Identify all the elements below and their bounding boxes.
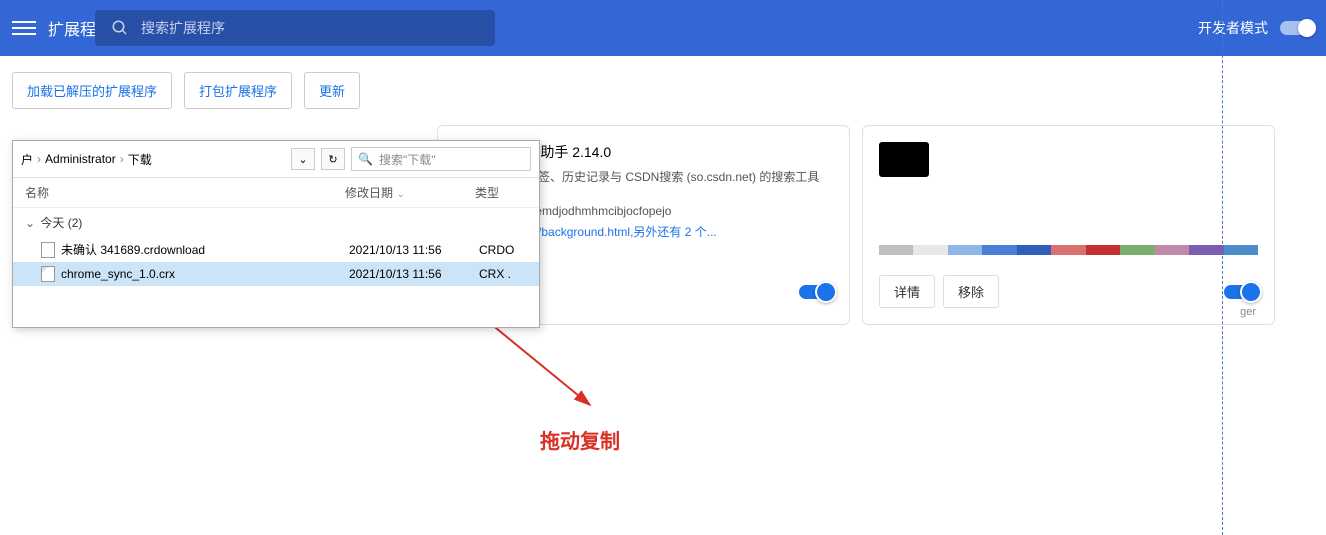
breadcrumb[interactable]: 户 › Administrator › 下载 <box>21 151 285 168</box>
pack-button[interactable]: 打包扩展程序 <box>184 72 292 109</box>
breadcrumb-dropdown[interactable]: ⌄ <box>291 148 315 170</box>
extension-icon <box>879 142 929 177</box>
search-box[interactable] <box>95 10 495 46</box>
partial-text-right: ger <box>1240 306 1256 318</box>
file-name: chrome_sync_1.0.crx <box>61 267 175 281</box>
file-icon <box>41 266 55 282</box>
update-button[interactable]: 更新 <box>304 72 360 109</box>
toolbar: 加载已解压的扩展程序 打包扩展程序 更新 <box>0 56 1326 125</box>
bc-segment[interactable]: 下载 <box>128 151 152 168</box>
file-date: 2021/10/13 11:56 <box>349 243 479 257</box>
file-icon <box>41 242 55 258</box>
col-name[interactable]: 名称 <box>25 184 345 201</box>
file-row[interactable]: 未确认 341689.crdownload 2021/10/13 11:56 C… <box>13 237 539 262</box>
file-row[interactable]: chrome_sync_1.0.crx 2021/10/13 11:56 CRX… <box>13 262 539 286</box>
remove-button[interactable]: 移除 <box>943 275 999 308</box>
sort-icon: ⌄ <box>397 189 405 199</box>
color-strip <box>879 245 1258 255</box>
file-type: CRDO <box>479 243 527 257</box>
dev-mode-label: 开发者模式 <box>1198 18 1268 38</box>
menu-icon[interactable] <box>12 16 36 40</box>
file-date: 2021/10/13 11:56 <box>349 267 479 281</box>
search-icon <box>111 19 129 37</box>
file-name: 未确认 341689.crdownload <box>61 241 205 258</box>
chevron-right-icon: › <box>120 152 124 166</box>
group-label: 今天 (2) <box>40 216 82 230</box>
search-icon: 🔍 <box>358 152 373 166</box>
search-placeholder: 搜索"下载" <box>379 151 436 168</box>
refresh-button[interactable]: ↻ <box>321 148 345 170</box>
explorer-search[interactable]: 🔍 搜索"下载" <box>351 147 531 171</box>
load-unpacked-button[interactable]: 加载已解压的扩展程序 <box>12 72 172 109</box>
col-date[interactable]: 修改日期⌄ <box>345 184 475 201</box>
chevron-right-icon: › <box>37 152 41 166</box>
col-type[interactable]: 类型 <box>475 184 527 201</box>
app-header: 扩展程序 开发者模式 <box>0 0 1326 56</box>
bc-segment[interactable]: 户 <box>21 151 33 168</box>
explorer-column-headers: 名称 修改日期⌄ 类型 <box>13 178 539 208</box>
annotation-text: 拖动复制 <box>540 425 620 454</box>
search-input[interactable] <box>141 20 479 36</box>
chevron-down-icon: ⌄ <box>25 216 35 230</box>
date-group-header[interactable]: ⌄ 今天 (2) <box>13 208 539 237</box>
enable-toggle[interactable] <box>1224 285 1258 299</box>
file-explorer-window: 户 › Administrator › 下载 ⌄ ↻ 🔍 搜索"下载" 名称 修… <box>12 140 540 328</box>
file-type: CRX . <box>479 267 527 281</box>
bc-segment[interactable]: Administrator <box>45 152 116 166</box>
crop-guide-line <box>1222 0 1223 535</box>
dev-mode-control: 开发者模式 <box>1198 18 1314 38</box>
explorer-toolbar: 户 › Administrator › 下载 ⌄ ↻ 🔍 搜索"下载" <box>13 141 539 178</box>
dev-mode-toggle[interactable] <box>1280 21 1314 35</box>
extension-card-3: ger 详情 移除 <box>862 125 1275 325</box>
detail-button[interactable]: 详情 <box>879 275 935 308</box>
enable-toggle[interactable] <box>799 285 833 299</box>
card-footer: 详情 移除 <box>879 275 1258 308</box>
